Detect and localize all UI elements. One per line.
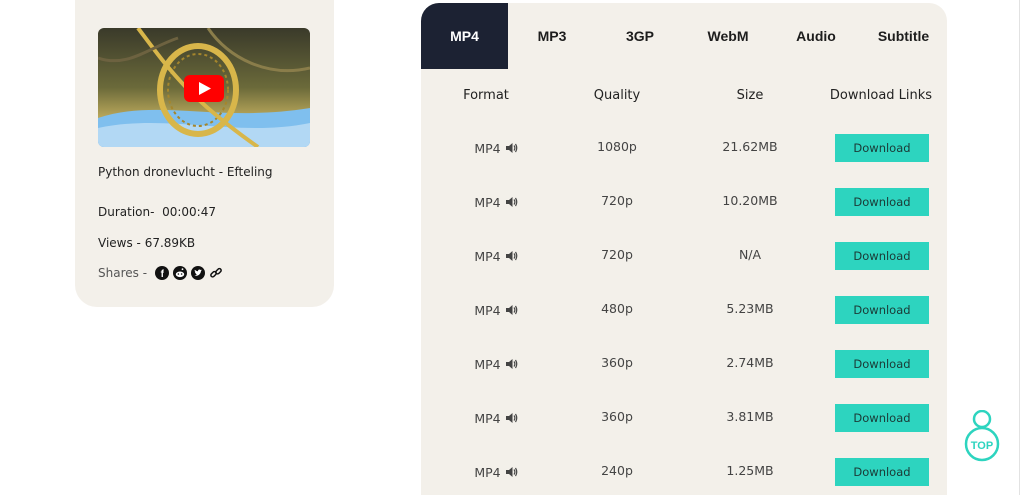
format-value: MP4 — [474, 140, 501, 156]
format-cell: MP4 — [441, 295, 551, 325]
speaker-icon — [505, 358, 518, 370]
format-value: MP4 — [474, 356, 501, 372]
speaker-icon — [505, 142, 518, 154]
size-cell: 3.81MB — [726, 409, 774, 424]
page-edge-divider — [1019, 0, 1020, 495]
download-button[interactable]: Download — [835, 404, 929, 432]
video-title: Python dronevlucht - Efteling — [98, 165, 273, 179]
video-info-card: Python dronevlucht - Efteling Duration- … — [75, 0, 334, 307]
speaker-icon — [505, 466, 518, 478]
format-cell: MP4 — [441, 241, 551, 271]
quality-cell: 1080p — [597, 139, 637, 154]
size-cell: 5.23MB — [726, 301, 774, 316]
table-row: MP4 240p 1.25MB Download — [421, 457, 947, 487]
download-button[interactable]: Download — [835, 458, 929, 486]
youtube-play-icon[interactable] — [184, 75, 224, 102]
duration-label: Duration- — [98, 205, 155, 219]
share-bar: Shares - f — [98, 266, 223, 280]
format-cell: MP4 — [441, 403, 551, 433]
header-size: Size — [736, 88, 764, 103]
quality-cell: 240p — [601, 463, 633, 478]
twitter-icon[interactable] — [191, 266, 206, 280]
quality-cell: 480p — [601, 301, 633, 316]
format-value: MP4 — [474, 302, 501, 318]
video-duration: Duration- 00:00:47 — [98, 205, 216, 219]
scroll-top-button[interactable]: TOP — [962, 409, 1002, 466]
tab-audio[interactable]: Audio — [772, 3, 860, 69]
header-format: Format — [463, 88, 509, 103]
speaker-icon — [505, 250, 518, 262]
format-cell: MP4 — [441, 349, 551, 379]
tab-webm[interactable]: WebM — [684, 3, 772, 69]
download-button[interactable]: Download — [835, 350, 929, 378]
size-cell: 2.74MB — [726, 355, 774, 370]
header-download-links: Download Links — [829, 88, 933, 103]
format-value: MP4 — [474, 248, 501, 264]
quality-cell: 360p — [601, 355, 633, 370]
facebook-icon[interactable]: f — [155, 266, 170, 280]
header-quality: Quality — [593, 88, 641, 103]
scroll-top-label: TOP — [971, 440, 993, 452]
download-button[interactable]: Download — [835, 242, 929, 270]
table-header: Format Quality Size Download Links — [421, 88, 947, 108]
download-button[interactable]: Download — [835, 134, 929, 162]
video-views: Views - 67.89KB — [98, 236, 196, 250]
table-row: MP4 720p N/A Download — [421, 241, 947, 271]
table-row: MP4 1080p 21.62MB Download — [421, 133, 947, 163]
tab-mp4[interactable]: MP4 — [421, 3, 508, 69]
reddit-icon[interactable] — [173, 266, 188, 280]
tab-3gp[interactable]: 3GP — [596, 3, 684, 69]
table-row: MP4 360p 3.81MB Download — [421, 403, 947, 433]
format-value: MP4 — [474, 194, 501, 210]
size-cell: 1.25MB — [726, 463, 774, 478]
size-cell: 10.20MB — [722, 193, 778, 208]
shares-label: Shares - — [98, 266, 148, 280]
link-icon[interactable] — [209, 266, 223, 280]
size-cell: 21.62MB — [722, 139, 778, 154]
download-button[interactable]: Download — [835, 296, 929, 324]
format-cell: MP4 — [441, 457, 551, 487]
speaker-icon — [505, 196, 518, 208]
duration-value: 00:00:47 — [162, 205, 216, 219]
download-button[interactable]: Download — [835, 188, 929, 216]
table-row: MP4 720p 10.20MB Download — [421, 187, 947, 217]
speaker-icon — [505, 304, 518, 316]
quality-cell: 360p — [601, 409, 633, 424]
quality-cell: 720p — [601, 247, 633, 262]
format-value: MP4 — [474, 464, 501, 480]
format-cell: MP4 — [441, 187, 551, 217]
video-thumbnail[interactable] — [98, 28, 310, 147]
tab-subtitle[interactable]: Subtitle — [860, 3, 947, 69]
format-cell: MP4 — [441, 133, 551, 163]
table-row: MP4 360p 2.74MB Download — [421, 349, 947, 379]
table-row: MP4 480p 5.23MB Download — [421, 295, 947, 325]
format-tabs: MP4 MP3 3GP WebM Audio Subtitle — [421, 3, 947, 69]
format-value: MP4 — [474, 410, 501, 426]
download-panel: MP4 MP3 3GP WebM Audio Subtitle Format Q… — [421, 3, 947, 495]
size-cell: N/A — [738, 247, 762, 262]
quality-cell: 720p — [601, 193, 633, 208]
speaker-icon — [505, 412, 518, 424]
tab-mp3[interactable]: MP3 — [508, 3, 596, 69]
